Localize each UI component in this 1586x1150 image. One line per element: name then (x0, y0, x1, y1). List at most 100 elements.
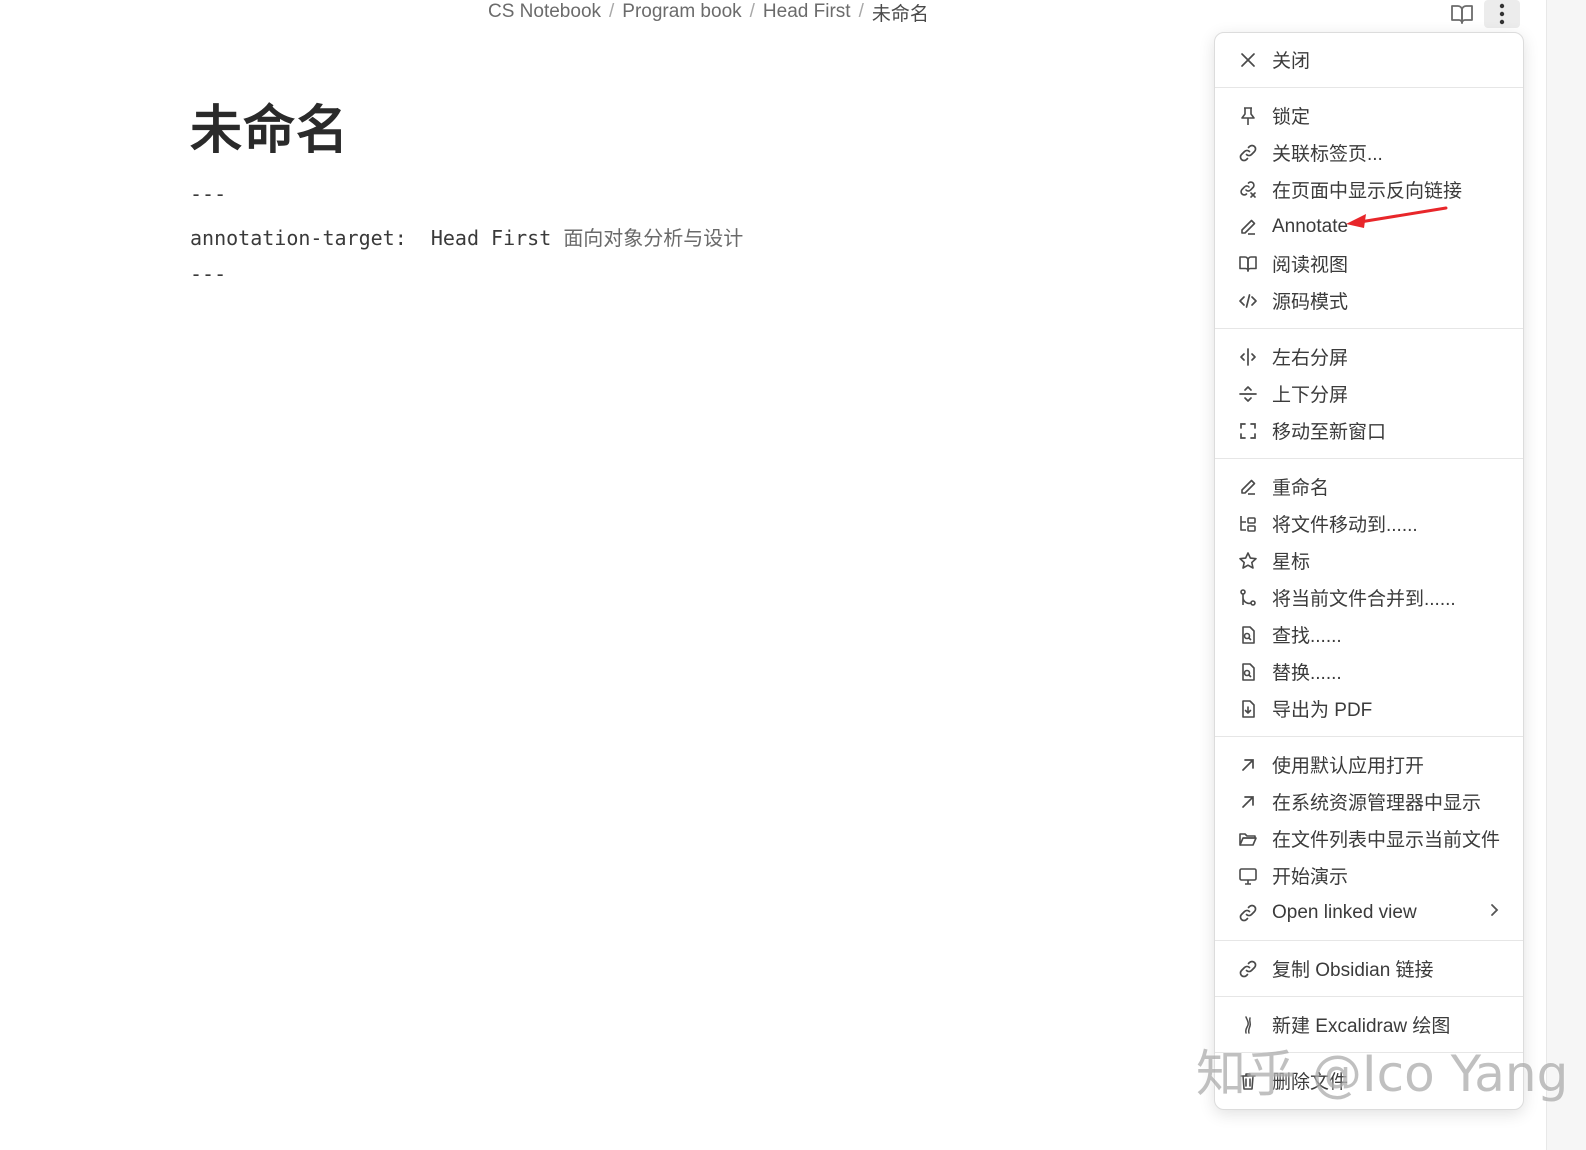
menu-item-close[interactable]: 关闭 (1215, 41, 1523, 78)
file-search-icon (1237, 661, 1259, 683)
close-icon (1237, 49, 1259, 71)
chevron-right-icon (1489, 902, 1499, 924)
split-horizontal-icon (1237, 383, 1259, 405)
menu-item-label: 使用默认应用打开 (1272, 756, 1425, 777)
pencil-icon (1237, 476, 1259, 498)
backlink-icon (1237, 179, 1259, 201)
menu-item-link-tab[interactable]: 关联标签页... (1215, 134, 1523, 171)
menu-item-label: 导出为 PDF (1272, 700, 1373, 721)
frontmatter-line[interactable]: annotation-target: Head First 面向对象分析与设计 (190, 222, 743, 251)
monitor-icon (1237, 865, 1259, 887)
menu-item-label: 阅读视图 (1272, 255, 1349, 276)
menu-item-label: 在系统资源管理器中显示 (1272, 793, 1482, 814)
link-icon (1237, 142, 1259, 164)
menu-item-label: 查找...... (1272, 626, 1342, 647)
file-download-icon (1237, 698, 1259, 720)
excalidraw-icon (1237, 1014, 1259, 1036)
menu-item-split-down[interactable]: 上下分屏 (1215, 375, 1523, 412)
menu-item-label: 在页面中显示反向链接 (1272, 181, 1463, 202)
menu-item-rename[interactable]: 重命名 (1215, 468, 1523, 505)
menu-item-label: 上下分屏 (1272, 385, 1349, 406)
breadcrumb: CS Notebook / Program book / Head First … (488, 0, 929, 26)
link-icon (1237, 958, 1259, 980)
arrow-up-right-icon (1237, 791, 1259, 813)
fullscreen-icon (1237, 420, 1259, 442)
menu-item-label: 移动至新窗口 (1272, 422, 1387, 443)
menu-item-move-file[interactable]: 将文件移动到...... (1215, 505, 1523, 542)
menu-item-copy-obsidian-link[interactable]: 复制 Obsidian 链接 (1215, 950, 1523, 987)
frontmatter-close[interactable]: --- (190, 262, 226, 286)
breadcrumb-current[interactable]: 未命名 (872, 0, 929, 26)
menu-item-label: 删除文件 (1272, 1072, 1349, 1093)
menu-item-label: 锁定 (1272, 107, 1311, 128)
menu-item-new-window[interactable]: 移动至新窗口 (1215, 412, 1523, 449)
menu-item-reveal-in-file-list[interactable]: 在文件列表中显示当前文件 (1215, 820, 1523, 857)
view-actions (1444, 0, 1520, 28)
frontmatter-value-cn: 面向对象分析与设计 (563, 226, 744, 250)
book-open-icon[interactable] (1444, 0, 1480, 28)
more-vertical-icon[interactable] (1484, 0, 1520, 28)
breadcrumb-item-cs-notebook[interactable]: CS Notebook (488, 1, 601, 23)
menu-item-label: Annotate (1272, 215, 1349, 237)
menu-divider (1215, 87, 1523, 88)
menu-item-label: 将当前文件合并到...... (1272, 589, 1456, 610)
menu-item-start-presentation[interactable]: 开始演示 (1215, 857, 1523, 894)
folder-tree-icon (1237, 513, 1259, 535)
file-search-icon (1237, 624, 1259, 646)
book-open-icon (1237, 253, 1259, 275)
code-icon (1237, 290, 1259, 312)
menu-item-label: 重命名 (1272, 478, 1330, 499)
menu-item-reading-view[interactable]: 阅读视图 (1215, 245, 1523, 282)
breadcrumb-separator: / (609, 1, 615, 22)
menu-item-label: 将文件移动到...... (1272, 515, 1418, 536)
menu-item-label: 在文件列表中显示当前文件 (1272, 830, 1501, 851)
folder-open-icon (1237, 828, 1259, 850)
menu-item-backlinks[interactable]: 在页面中显示反向链接 (1215, 171, 1523, 208)
menu-item-label: 关联标签页... (1272, 144, 1383, 165)
menu-divider (1215, 1052, 1523, 1053)
menu-item-export-pdf[interactable]: 导出为 PDF (1215, 690, 1523, 727)
page-title[interactable]: 未命名 (190, 88, 349, 163)
trash-icon (1237, 1070, 1259, 1092)
split-vertical-icon (1237, 346, 1259, 368)
scrollbar-gutter[interactable] (1546, 0, 1586, 1150)
menu-divider (1215, 458, 1523, 459)
breadcrumb-separator: / (749, 1, 755, 22)
menu-item-open-linked-view[interactable]: Open linked view (1215, 894, 1523, 931)
git-merge-icon (1237, 587, 1259, 609)
breadcrumb-item-head-first[interactable]: Head First (763, 1, 851, 23)
link-icon (1237, 902, 1259, 924)
menu-item-label: 替换...... (1272, 663, 1342, 684)
frontmatter-value-en: Head First (430, 226, 552, 250)
menu-divider (1215, 996, 1523, 997)
menu-item-merge-file[interactable]: 将当前文件合并到...... (1215, 579, 1523, 616)
menu-divider (1215, 940, 1523, 941)
pencil-icon (1237, 216, 1259, 238)
menu-item-pin[interactable]: 锁定 (1215, 97, 1523, 134)
menu-item-split-right[interactable]: 左右分屏 (1215, 338, 1523, 375)
menu-item-label: 复制 Obsidian 链接 (1272, 960, 1434, 981)
breadcrumb-item-program-book[interactable]: Program book (622, 1, 741, 23)
frontmatter-key: annotation-target: (190, 226, 407, 250)
menu-item-star[interactable]: 星标 (1215, 542, 1523, 579)
menu-item-delete-file[interactable]: 删除文件 (1215, 1062, 1523, 1099)
frontmatter-open[interactable]: --- (190, 182, 226, 206)
more-options-menu: 关闭 锁定 关联标签页... 在页面中显示反向链接 Annotate 阅读视图 … (1214, 32, 1524, 1110)
menu-item-replace[interactable]: 替换...... (1215, 653, 1523, 690)
annotation-arrow (1346, 206, 1448, 228)
menu-divider (1215, 736, 1523, 737)
menu-item-find[interactable]: 查找...... (1215, 616, 1523, 653)
menu-item-open-default-app[interactable]: 使用默认应用打开 (1215, 746, 1523, 783)
menu-item-label: 开始演示 (1272, 867, 1349, 888)
menu-item-label: 源码模式 (1272, 292, 1349, 313)
menu-item-label: Open linked view (1272, 901, 1417, 923)
menu-item-show-in-explorer[interactable]: 在系统资源管理器中显示 (1215, 783, 1523, 820)
menu-item-label: 星标 (1272, 552, 1311, 573)
breadcrumb-separator: / (858, 1, 864, 22)
arrow-up-right-icon (1237, 754, 1259, 776)
menu-item-label: 左右分屏 (1272, 348, 1349, 369)
menu-item-new-excalidraw[interactable]: 新建 Excalidraw 绘图 (1215, 1006, 1523, 1043)
menu-item-label: 关闭 (1272, 51, 1311, 72)
star-icon (1237, 550, 1259, 572)
menu-item-source-mode[interactable]: 源码模式 (1215, 282, 1523, 319)
